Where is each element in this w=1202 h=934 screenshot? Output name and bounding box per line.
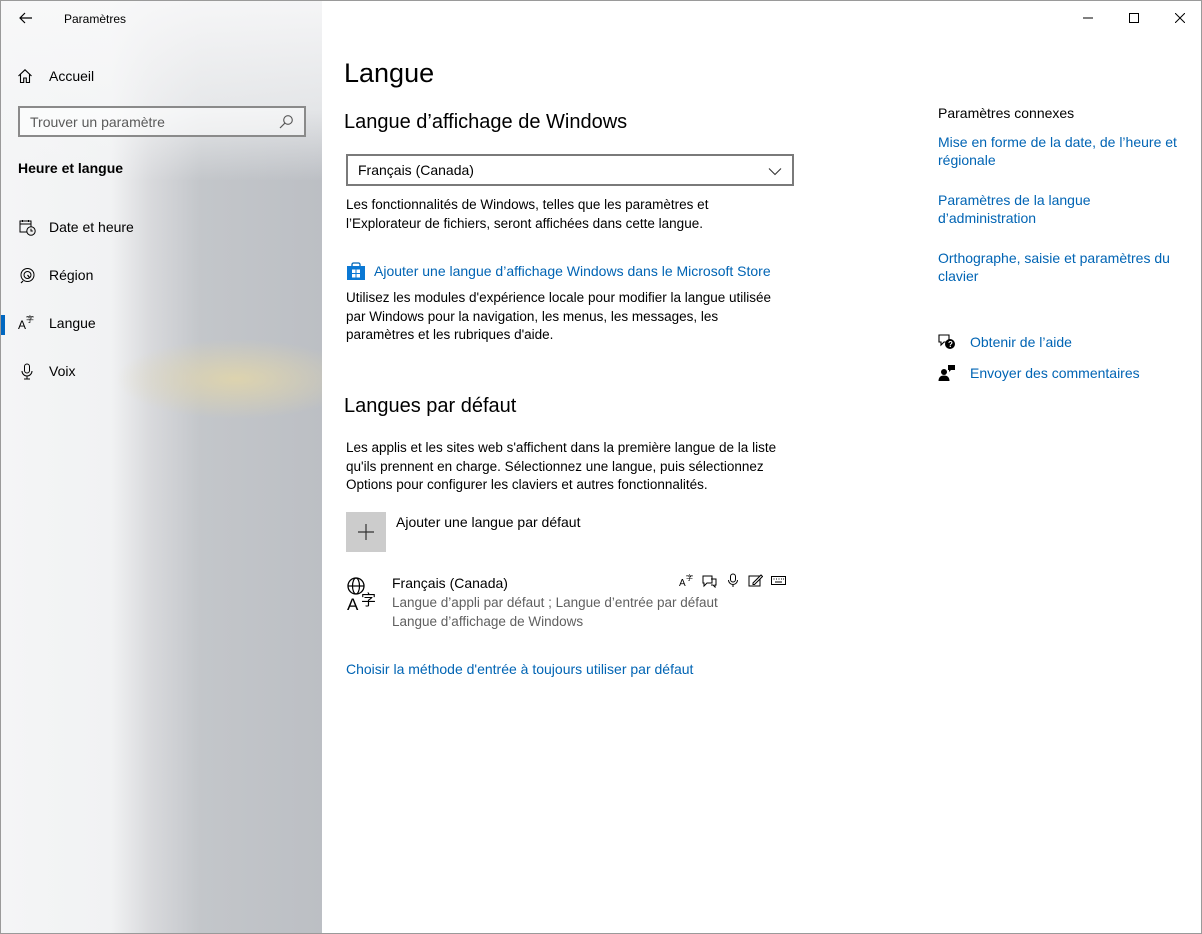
- add-language-label[interactable]: Ajouter une langue par défaut: [396, 512, 580, 552]
- sidebar: Paramètres Accueil Heure et langue: [1, 1, 322, 933]
- send-feedback-link[interactable]: Envoyer des commentaires: [938, 364, 1140, 382]
- sidebar-item-label: Voix: [49, 363, 76, 379]
- svg-text:A: A: [347, 595, 359, 612]
- settings-window: Paramètres Accueil Heure et langue: [0, 0, 1202, 934]
- display-language-description: Les fonctionnalités de Windows, telles q…: [346, 196, 708, 233]
- display-language-heading: Langue d’affichage de Windows: [344, 111, 628, 133]
- home-icon: [18, 69, 32, 84]
- svg-text:?: ?: [948, 340, 953, 349]
- link-line[interactable]: clavier: [938, 267, 1183, 285]
- globe-region-icon: [18, 266, 36, 284]
- get-help-label[interactable]: Obtenir de l’aide: [970, 334, 1072, 350]
- sidebar-top-fade: [1, 1, 322, 181]
- plus-icon: [358, 524, 374, 540]
- selection-indicator: [1, 315, 5, 335]
- help-chat-icon: ?: [938, 333, 956, 351]
- link-line[interactable]: Paramètres de la langue: [938, 191, 1183, 209]
- search-box[interactable]: [18, 106, 306, 137]
- window-controls: [1065, 1, 1201, 34]
- svg-text:A: A: [679, 578, 686, 588]
- language-name: Français (Canada): [392, 575, 508, 591]
- admin-language-link[interactable]: Paramètres de la langue d’administration: [938, 191, 1183, 227]
- text-line: par Windows pour la navigation, les menu…: [346, 308, 719, 324]
- dropdown-value: Français (Canada): [358, 162, 474, 178]
- link-line[interactable]: régionale: [938, 151, 1183, 169]
- text-line: Utilisez les modules d'expérience locale…: [346, 290, 772, 305]
- preferred-languages-heading: Langues par défaut: [344, 395, 517, 417]
- maximize-icon: [1129, 12, 1139, 23]
- svg-text:A: A: [18, 318, 26, 332]
- language-features: A 字: [679, 573, 786, 588]
- close-icon: [1175, 12, 1185, 23]
- home-label: Accueil: [49, 68, 95, 84]
- text-line: Langue d’appli par défaut ; Langue d’ent…: [392, 595, 718, 610]
- store-bag-icon: [347, 262, 365, 280]
- text-line: paramètres et les rubriques d'aide.: [346, 327, 554, 342]
- date-time-regional-link[interactable]: Mise en forme de la date, de l’heure et …: [938, 133, 1183, 169]
- sidebar-item-language[interactable]: A 字 Langue: [1, 303, 322, 343]
- microphone-icon: [18, 362, 36, 380]
- text-line: Langue d’affichage de Windows: [392, 614, 584, 629]
- sidebar-item-date-time[interactable]: Date et heure: [1, 207, 322, 247]
- sidebar-item-label: Langue: [49, 315, 96, 331]
- back-button[interactable]: [15, 7, 37, 29]
- minimize-icon: [1083, 17, 1093, 18]
- sidebar-item-region[interactable]: Région: [1, 255, 322, 295]
- close-button[interactable]: [1157, 1, 1201, 34]
- text-line: l’Explorateur de fichiers, seront affich…: [346, 215, 703, 231]
- choose-input-method-link[interactable]: Choisir la méthode d'entrée à toujours u…: [346, 661, 693, 677]
- store-link-label[interactable]: Ajouter une langue d’affichage Windows d…: [374, 263, 771, 279]
- text-line: qu'ils prennent en charge. Sélectionnez …: [346, 458, 764, 474]
- minimize-button[interactable]: [1065, 1, 1111, 34]
- sidebar-section-title: Heure et langue: [18, 160, 124, 176]
- search-icon[interactable]: [278, 114, 294, 130]
- maximize-button[interactable]: [1111, 1, 1157, 34]
- text-line: Les applis et les sites web s'affichent …: [346, 440, 777, 455]
- svg-text:字: 字: [26, 314, 34, 324]
- handwriting-icon: [748, 573, 763, 588]
- text-line: Les fonctionnalités de Windows, telles q…: [346, 197, 709, 212]
- sidebar-item-voice[interactable]: Voix: [1, 351, 322, 391]
- lxp-description: Utilisez les modules d'expérience locale…: [346, 289, 771, 345]
- display-language-dropdown[interactable]: Français (Canada): [346, 154, 794, 186]
- text-line: Options pour configurer les claviers et …: [346, 477, 708, 492]
- search-input[interactable]: [30, 113, 278, 130]
- language-globe-icon: A 字: [347, 577, 376, 612]
- sidebar-item-label: Région: [49, 267, 94, 283]
- related-settings-title: Paramètres connexes: [938, 105, 1075, 121]
- link-line[interactable]: d’administration: [938, 209, 1183, 227]
- language-list-item[interactable]: A 字 Français (Canada) Langue d’appli par…: [346, 573, 786, 633]
- page-title: Langue: [344, 58, 435, 88]
- send-feedback-label[interactable]: Envoyer des commentaires: [970, 365, 1140, 381]
- feedback-person-icon: [938, 364, 956, 382]
- get-help-link[interactable]: ? Obtenir de l’aide: [938, 333, 1072, 351]
- language-details: Langue d’appli par défaut ; Langue d’ent…: [392, 593, 718, 631]
- app-title: Paramètres: [64, 12, 127, 26]
- calendar-clock-icon: [18, 218, 36, 236]
- store-link[interactable]: Ajouter une langue d’affichage Windows d…: [346, 261, 771, 281]
- chevron-down-icon: [768, 168, 782, 176]
- add-language-row[interactable]: Ajouter une langue par défaut: [346, 512, 580, 552]
- svg-text:字: 字: [686, 573, 693, 582]
- arrow-left-icon: [19, 12, 32, 24]
- svg-text:字: 字: [361, 591, 376, 609]
- spelling-keyboard-link[interactable]: Orthographe, saisie et paramètres du cla…: [938, 249, 1183, 285]
- link-line[interactable]: Mise en forme de la date, de l’heure et: [938, 133, 1183, 151]
- main-content: Langue Langue d’affichage de Windows Fra…: [322, 1, 1201, 933]
- sidebar-item-home[interactable]: Accueil: [17, 65, 94, 87]
- keyboard-icon: [771, 573, 786, 588]
- link-line[interactable]: Orthographe, saisie et paramètres du: [938, 249, 1183, 267]
- language-icon: A 字: [18, 314, 36, 332]
- preferred-languages-description: Les applis et les sites web s'affichent …: [346, 439, 776, 495]
- text-to-speech-icon: [702, 573, 717, 588]
- speech-icon: [725, 573, 740, 588]
- add-language-button[interactable]: [346, 512, 386, 552]
- display-language-icon: A 字: [679, 573, 694, 588]
- sidebar-item-label: Date et heure: [49, 219, 134, 235]
